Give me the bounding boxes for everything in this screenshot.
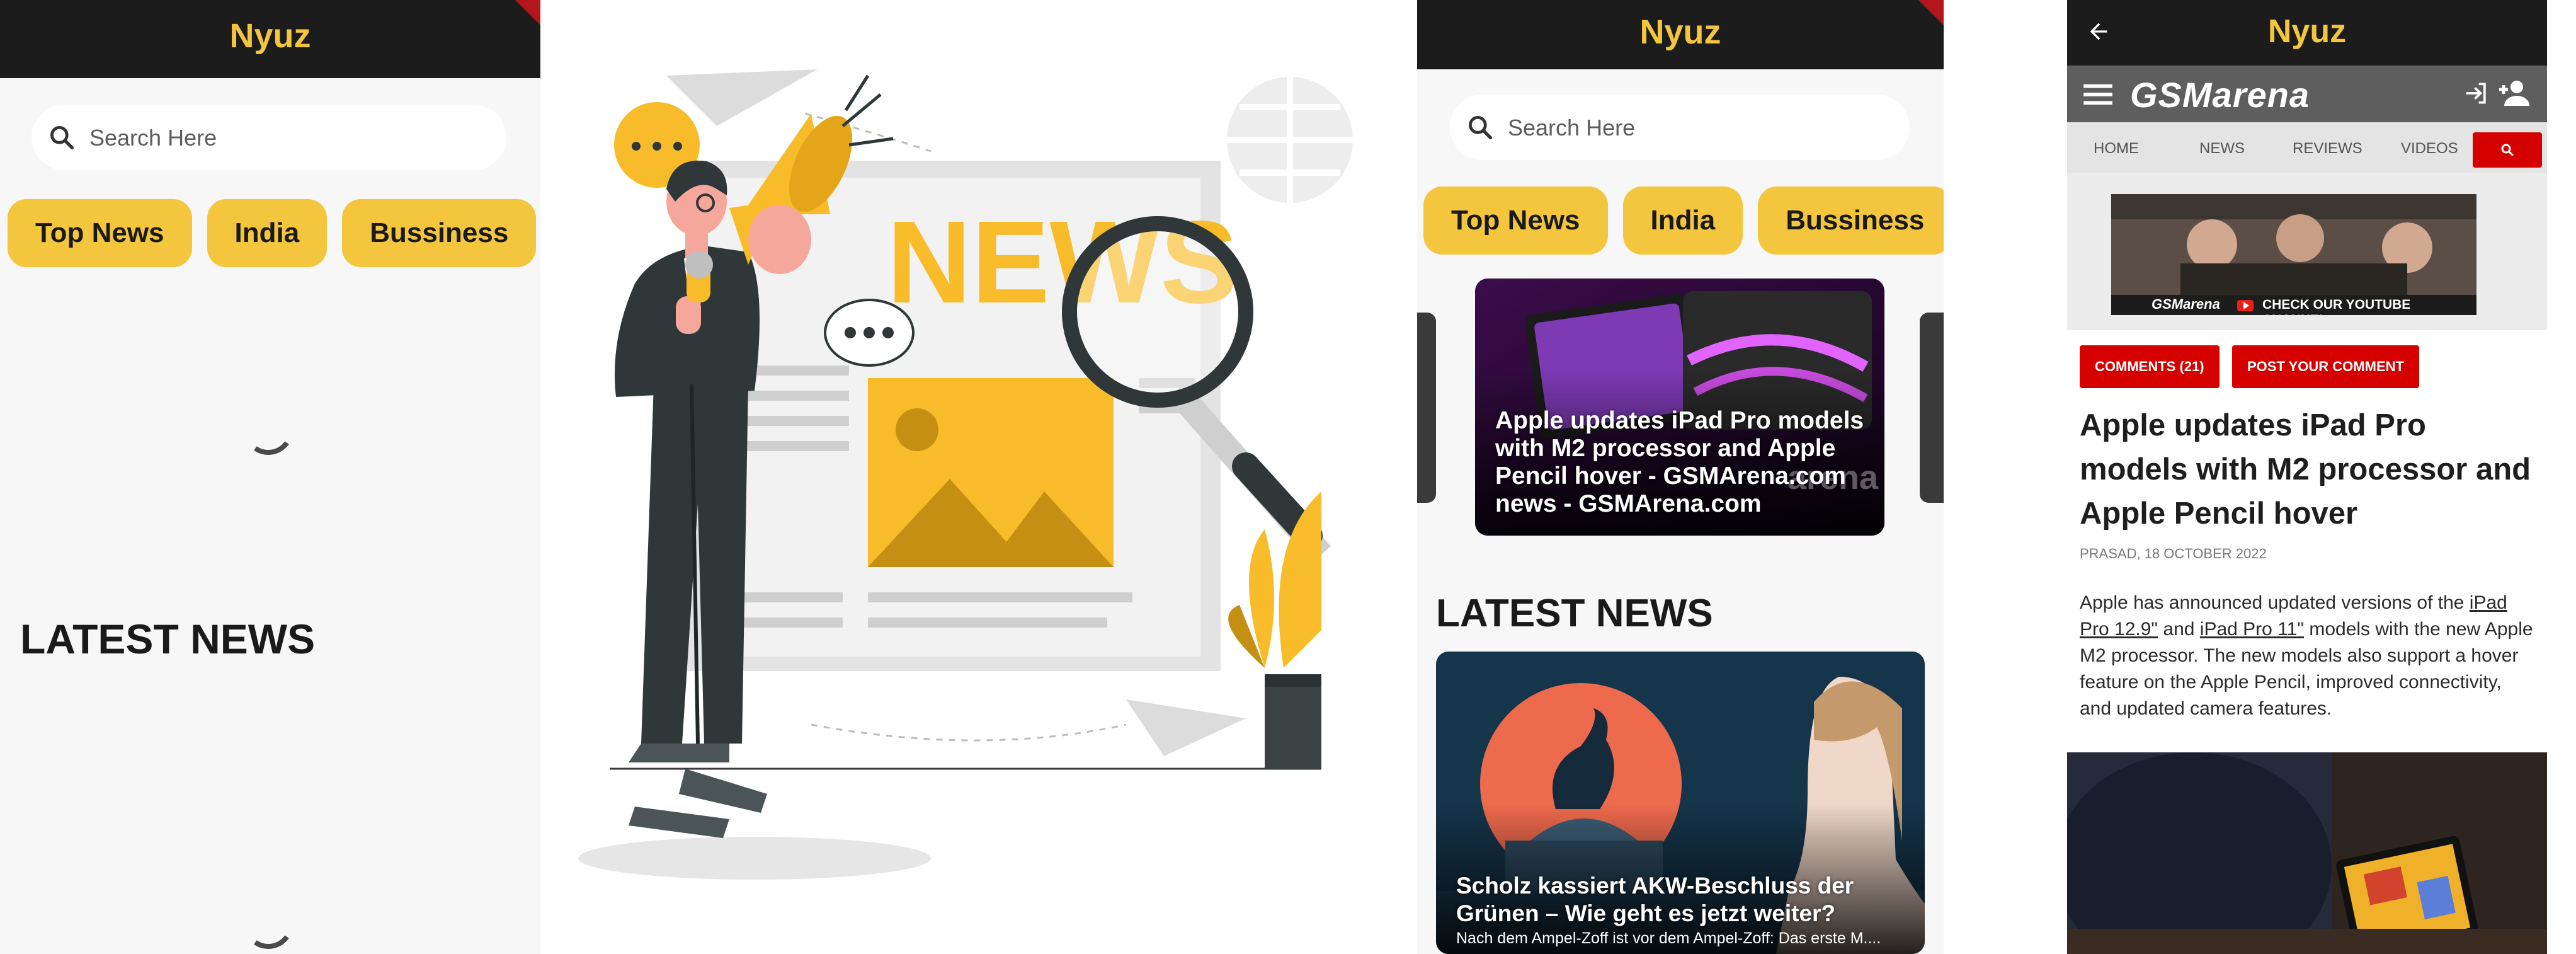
chip-top-news[interactable]: Top News xyxy=(1423,187,1608,255)
search-icon xyxy=(50,126,74,150)
hamburger-menu-icon[interactable] xyxy=(2083,82,2112,106)
category-chips: Top NewsIndiaBussinessP xyxy=(1423,187,1944,256)
search-icon xyxy=(1469,116,1493,140)
debug-ribbon xyxy=(1918,0,1944,25)
nav-news[interactable]: NEWS xyxy=(2199,140,2245,158)
news-reporter-illustration: NEWS xyxy=(578,69,1353,880)
debug-ribbon xyxy=(515,0,540,25)
gsmarena-logo[interactable]: GSMarena xyxy=(2130,74,2310,115)
chip-top-news[interactable]: Top News xyxy=(8,199,192,267)
article-body: Apple has announced updated versions of … xyxy=(2080,590,2534,722)
article-image xyxy=(2067,752,2547,954)
comments-button[interactable]: COMMENTS (21) xyxy=(2080,345,2220,388)
post-comment-button[interactable]: POST YOUR COMMENT xyxy=(2232,345,2419,388)
search-input[interactable]: Search Here xyxy=(31,105,506,170)
chip-india[interactable]: India xyxy=(207,199,328,267)
home-loading-screen: Nyuz Search Here Top NewsIndiaBussinessP… xyxy=(0,0,540,954)
featured-news-title: Apple updates iPad Pro models with M2 pr… xyxy=(1495,407,1864,517)
article-body-text: Apple has announced updated versions of … xyxy=(2080,592,2470,613)
banner-strip: GSMarena CHECK OUR YOUTUBE CHANNEL xyxy=(2067,173,2547,330)
paper-plane-icon xyxy=(1126,699,1246,756)
gsmarena-header: GSMarena xyxy=(2067,66,2547,122)
login-icon[interactable] xyxy=(2463,79,2490,107)
article-body-text: and xyxy=(2158,619,2200,640)
add-user-icon[interactable] xyxy=(2498,78,2531,108)
nav-home[interactable]: HOME xyxy=(2094,140,2139,158)
chip-bussiness[interactable]: Bussiness xyxy=(1758,187,1944,255)
banner-logo: GSMarena xyxy=(2151,296,2220,312)
app-title: Nyuz xyxy=(1639,13,1721,51)
latest-news-title: Scholz kassiert AKW-Beschluss der Grünen… xyxy=(1456,873,1854,926)
app-title: Nyuz xyxy=(229,17,311,55)
loading-spinner xyxy=(239,894,298,953)
article-byline: PRASAD, 18 OCTOBER 2022 xyxy=(2080,546,2267,561)
search-placeholder: Search Here xyxy=(89,125,217,151)
loading-spinner xyxy=(239,400,298,459)
gsmarena-nav: HOME NEWS REVIEWS VIDEOS xyxy=(2067,122,2547,173)
latest-news-card[interactable]: Scholz kassiert AKW-Beschluss der Grünen… xyxy=(1436,652,1925,954)
globe-icon xyxy=(1227,77,1353,203)
nav-reviews[interactable]: REVIEWS xyxy=(2293,140,2362,158)
search-icon xyxy=(2501,144,2514,157)
article-title: Apple updates iPad Pro models with M2 pr… xyxy=(2080,408,2531,531)
banner-text: CHECK OUR YOUTUBE CHANNEL xyxy=(2262,297,2411,315)
article-webview-screen: Nyuz GSMarena HOME NEWS REVIEWS VIDEOS G… xyxy=(2067,0,2547,954)
latest-news-heading: LATEST NEWS xyxy=(1436,592,1713,635)
youtube-banner[interactable]: GSMarena CHECK OUR YOUTUBE CHANNEL xyxy=(2111,194,2476,315)
search-placeholder: Search Here xyxy=(1508,115,1636,141)
plant-graphic xyxy=(1228,491,1321,769)
latest-news-subtitle: Nach dem Ampel-Zoff ist vor dem Ampel-Zo… xyxy=(1456,929,1881,947)
home-loaded-screen: Nyuz Search Here Top NewsIndiaBussinessP… xyxy=(1417,0,1944,954)
app-bar: Nyuz xyxy=(1417,0,1944,69)
ipad-photo xyxy=(2067,752,2547,954)
category-chips: Top NewsIndiaBussinessP xyxy=(8,199,540,268)
splash-screen: NEWS xyxy=(540,0,1417,954)
ipad-pro-11-link[interactable]: iPad Pro 11" xyxy=(2200,619,2304,640)
app-bar: Nyuz xyxy=(0,0,540,78)
app-bar: Nyuz xyxy=(2067,0,2547,66)
carousel-prev-card[interactable] xyxy=(1417,313,1436,503)
speech-bubble-icon xyxy=(824,299,915,367)
nav-videos[interactable]: VIDEOS xyxy=(2401,140,2458,158)
carousel-next-card[interactable] xyxy=(1920,313,1944,503)
search-input[interactable]: Search Here xyxy=(1450,95,1910,160)
featured-news-card[interactable]: arena Apple updates iPad Pro models with… xyxy=(1475,279,1884,536)
chip-bussiness[interactable]: Bussiness xyxy=(342,199,537,267)
chip-india[interactable]: India xyxy=(1622,187,1743,255)
latest-news-heading: LATEST NEWS xyxy=(20,616,316,662)
search-button[interactable] xyxy=(2473,132,2542,168)
app-title: Nyuz xyxy=(2267,13,2347,50)
